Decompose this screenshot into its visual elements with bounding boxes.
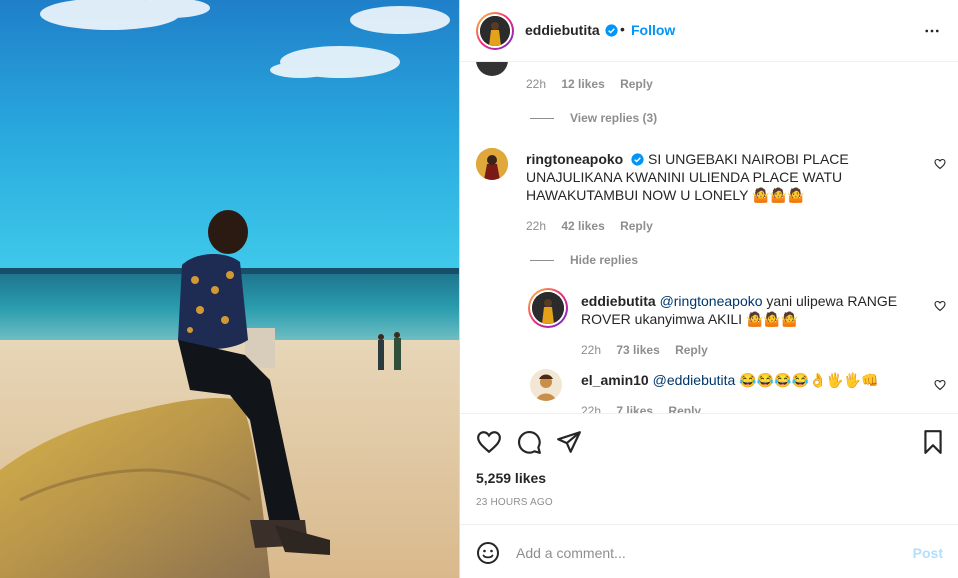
separator-dot: • <box>620 21 625 37</box>
reply-button[interactable]: Reply <box>675 343 708 357</box>
reply-button[interactable]: Reply <box>620 77 653 91</box>
comment-likes[interactable]: 42 likes <box>561 219 604 233</box>
comment-meta: 22h 12 likes Reply <box>526 77 665 91</box>
comment-like-icon[interactable] <box>934 158 946 170</box>
comment-time: 22h <box>526 77 547 91</box>
reply-time: 22h <box>581 404 602 414</box>
replies-divider <box>530 260 554 262</box>
comments-list[interactable]: 22h 12 likes Reply View replies (3) ring… <box>460 62 958 414</box>
comment-like-icon[interactable] <box>934 379 946 391</box>
post-photo-image <box>0 0 459 578</box>
follow-button[interactable]: Follow <box>631 22 675 38</box>
comment-meta: 22h 42 likes Reply <box>526 219 665 233</box>
reply-text: 😂😂😂😂👌🖐🖐👊 <box>735 372 879 388</box>
reply-likes[interactable]: 73 likes <box>616 343 659 357</box>
reply-time: 22h <box>581 343 602 357</box>
bookmark-icon[interactable] <box>920 429 946 455</box>
comment-body: ringtoneapoko SI UNGEBAKI NAIROBI PLACE … <box>526 150 906 204</box>
reply-button[interactable]: Reply <box>620 219 653 233</box>
more-options-icon[interactable] <box>923 22 941 40</box>
comment-likes[interactable]: 12 likes <box>561 77 604 91</box>
reply-avatar[interactable] <box>528 288 568 328</box>
view-replies-label: View replies (3) <box>570 111 658 125</box>
author-avatar[interactable] <box>476 12 514 50</box>
post-timestamp[interactable]: 23 HOURS AGO <box>476 497 553 508</box>
reply-username[interactable]: eddiebutita <box>581 293 656 309</box>
author-username[interactable]: eddiebutita <box>525 22 600 38</box>
verified-badge-icon <box>631 153 644 166</box>
comment-username[interactable]: ringtoneapoko <box>526 151 623 167</box>
reply-likes[interactable]: 7 likes <box>616 404 653 413</box>
view-replies-button[interactable]: View replies (3) <box>530 111 657 125</box>
reply-mention[interactable]: @ringtoneapoko <box>660 293 763 309</box>
comment-icon[interactable] <box>516 429 542 455</box>
post-actions <box>460 415 958 465</box>
hide-replies-label: Hide replies <box>570 253 639 267</box>
heart-icon[interactable] <box>476 429 502 455</box>
reply-meta: 22h 73 likes Reply <box>581 343 720 357</box>
hide-replies-button[interactable]: Hide replies <box>530 253 638 267</box>
reply-button[interactable]: Reply <box>668 404 701 413</box>
reply-mention[interactable]: @eddiebutita <box>653 372 736 388</box>
reply-avatar[interactable] <box>530 369 562 401</box>
post-photo[interactable] <box>0 0 459 578</box>
post-comment-button[interactable]: Post <box>913 545 943 561</box>
post-header: eddiebutita • Follow <box>460 0 958 62</box>
reply-body: el_amin10 @eddiebutita 😂😂😂😂👌🖐🖐👊 <box>581 371 911 389</box>
emoji-icon[interactable] <box>476 541 500 565</box>
share-icon[interactable] <box>556 429 582 455</box>
comment-like-icon[interactable] <box>934 300 946 312</box>
reply-username[interactable]: el_amin10 <box>581 372 649 388</box>
comment-avatar[interactable] <box>476 62 508 76</box>
comment-avatar[interactable] <box>476 148 508 180</box>
reply-body: eddiebutita @ringtoneapoko yani ulipewa … <box>581 292 911 328</box>
likes-count[interactable]: 5,259 likes <box>476 470 546 486</box>
post-details-panel: eddiebutita • Follow 22h 12 likes Reply … <box>459 0 958 578</box>
comment-composer: Post <box>460 524 958 578</box>
reply-meta: 22h 7 likes Reply <box>581 404 713 414</box>
verified-badge-icon <box>605 24 618 37</box>
comment-input[interactable] <box>516 541 896 565</box>
comment-time: 22h <box>526 219 547 233</box>
replies-divider <box>530 118 554 120</box>
